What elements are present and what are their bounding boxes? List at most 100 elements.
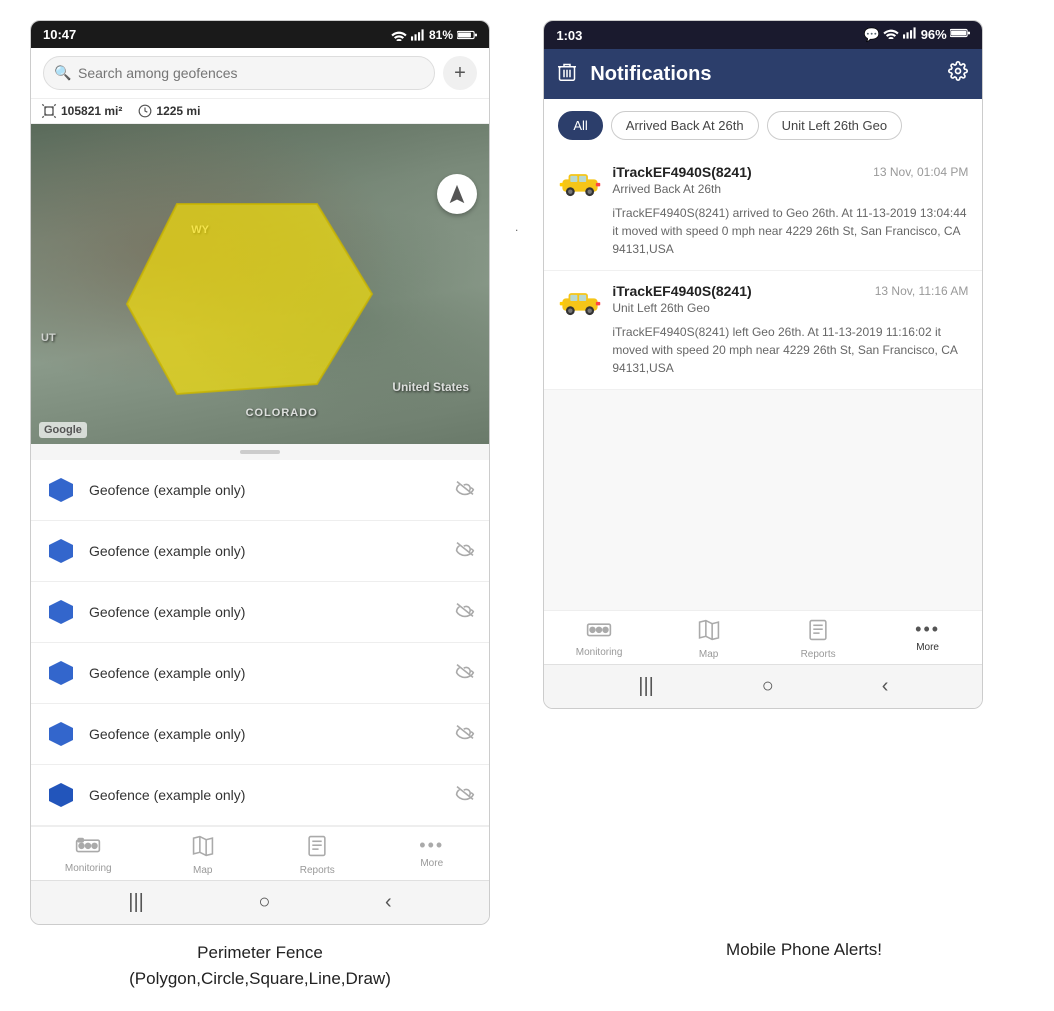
right-nav-monitoring[interactable]: Monitoring xyxy=(544,619,654,660)
captions-row: Perimeter Fence(Polygon,Circle,Square,Li… xyxy=(0,925,1054,1011)
nav-monitoring[interactable]: Monitoring xyxy=(31,835,146,876)
ut-label: UT xyxy=(41,332,56,344)
notif-body-1: iTrackEF4940S(8241) arrived to Geo 26th.… xyxy=(558,204,968,258)
car-icon-1 xyxy=(558,164,602,200)
left-phone: 10:47 81% xyxy=(30,20,490,925)
map-icon xyxy=(192,835,214,863)
signal-icon xyxy=(411,29,425,41)
map-stats-bar: 105821 mi² 1225 mi xyxy=(31,99,489,124)
notif-header-2: iTrackEF4940S(8241) 13 Nov, 11:16 AM Uni… xyxy=(558,283,968,319)
monitoring-icon xyxy=(75,835,101,861)
list-item[interactable]: Geofence (example only) xyxy=(31,765,489,826)
timestamp-1: 13 Nov, 01:04 PM xyxy=(873,165,968,179)
map-area[interactable]: WY UT COLORADO United States Google xyxy=(31,124,489,444)
notification-item-1[interactable]: iTrackEF4940S(8241) 13 Nov, 01:04 PM Arr… xyxy=(544,152,982,271)
android-home-button[interactable]: ○ xyxy=(258,891,270,914)
list-item[interactable]: Geofence (example only) xyxy=(31,704,489,765)
search-input[interactable] xyxy=(43,56,435,90)
battery-icon xyxy=(457,29,477,41)
notifications-header: Notifications xyxy=(544,49,982,99)
eye-off-icon-5[interactable] xyxy=(455,724,475,745)
nav-more[interactable]: ••• More xyxy=(375,835,490,876)
navigation-icon xyxy=(446,183,468,205)
geofence-name-4: Geofence (example only) xyxy=(89,665,443,681)
right-reports-label: Reports xyxy=(801,649,836,660)
right-nav-more[interactable]: ••• More xyxy=(873,619,983,660)
geofence-icon-3 xyxy=(45,596,77,628)
device-name-2: iTrackEF4940S(8241) xyxy=(612,283,751,299)
geofence-name-6: Geofence (example only) xyxy=(89,787,443,803)
android-recent-button[interactable]: ||| xyxy=(128,891,144,914)
eye-off-icon-2[interactable] xyxy=(455,541,475,562)
right-nav-reports[interactable]: Reports xyxy=(763,619,873,660)
right-nav-map[interactable]: Map xyxy=(654,619,764,660)
clock-icon xyxy=(138,104,152,118)
filter-chips: All Arrived Back At 26th Unit Left 26th … xyxy=(544,99,982,152)
list-item[interactable]: Geofence (example only) xyxy=(31,460,489,521)
geofence-list: Geofence (example only) Geofence (exampl… xyxy=(31,460,489,826)
notification-item-2[interactable]: iTrackEF4940S(8241) 13 Nov, 11:16 AM Uni… xyxy=(544,271,982,390)
more-icon: ••• xyxy=(419,835,444,856)
left-status-bar: 10:47 81% xyxy=(31,21,489,48)
geofence-icon-1 xyxy=(45,474,77,506)
chip-arrived[interactable]: Arrived Back At 26th xyxy=(611,111,759,140)
eye-off-icon-4[interactable] xyxy=(455,663,475,684)
settings-icon[interactable] xyxy=(948,61,968,87)
right-android-recent-button[interactable]: ||| xyxy=(638,675,654,698)
right-signal-icon xyxy=(903,27,917,39)
search-icon: 🔍 xyxy=(54,65,71,82)
drag-bar xyxy=(240,450,280,454)
eye-off-icon-3[interactable] xyxy=(455,602,475,623)
area-icon xyxy=(41,103,57,119)
right-monitoring-label: Monitoring xyxy=(576,647,623,658)
geofence-icon-4 xyxy=(45,657,77,689)
delete-icon[interactable] xyxy=(558,62,576,87)
left-time: 10:47 xyxy=(43,27,76,42)
android-back-button[interactable]: ‹ xyxy=(385,891,392,914)
right-android-back-button[interactable]: ‹ xyxy=(882,675,889,698)
notification-list: iTrackEF4940S(8241) 13 Nov, 01:04 PM Arr… xyxy=(544,152,982,390)
add-geofence-button[interactable]: + xyxy=(443,56,477,90)
geofence-icon-5 xyxy=(45,718,77,750)
right-monitoring-icon xyxy=(586,619,612,645)
right-reports-icon xyxy=(807,619,829,647)
nav-reports[interactable]: Reports xyxy=(260,835,375,876)
map-label: Map xyxy=(193,865,212,876)
location-button[interactable] xyxy=(437,174,477,214)
google-watermark: Google xyxy=(39,422,87,438)
right-android-nav: ||| ○ ‹ xyxy=(544,664,982,708)
subtitle-1: Arrived Back At 26th xyxy=(612,182,968,196)
left-android-nav: ||| ○ ‹ xyxy=(31,880,489,924)
chip-all[interactable]: All xyxy=(558,111,602,140)
separator-dot: . xyxy=(510,20,523,234)
left-battery: 81% xyxy=(429,28,453,42)
list-item[interactable]: Geofence (example only) xyxy=(31,582,489,643)
right-more-label: More xyxy=(916,642,939,653)
area-value: 105821 mi² xyxy=(61,104,122,118)
geofence-name-1: Geofence (example only) xyxy=(89,482,443,498)
nav-map[interactable]: Map xyxy=(146,835,261,876)
right-phone: 1:03 💬 96% xyxy=(543,20,983,709)
monitoring-label: Monitoring xyxy=(65,863,112,874)
notif-body-2: iTrackEF4940S(8241) left Geo 26th. At 11… xyxy=(558,323,968,377)
right-android-home-button[interactable]: ○ xyxy=(762,675,774,698)
area-stat: 105821 mi² xyxy=(41,103,122,119)
search-wrapper: 🔍 xyxy=(43,56,435,90)
eye-off-icon-1[interactable] xyxy=(455,480,475,501)
left-caption: Perimeter Fence(Polygon,Circle,Square,Li… xyxy=(30,940,490,991)
chat-icon: 💬 xyxy=(864,27,880,42)
notif-header-1: iTrackEF4940S(8241) 13 Nov, 01:04 PM Arr… xyxy=(558,164,968,200)
right-status-icons: 💬 96% xyxy=(864,27,971,43)
list-item[interactable]: Geofence (example only) xyxy=(31,643,489,704)
right-caption-text: Mobile Phone Alerts! xyxy=(726,940,882,959)
list-item[interactable]: Geofence (example only) xyxy=(31,521,489,582)
subtitle-2: Unit Left 26th Geo xyxy=(612,301,968,315)
eye-off-icon-6[interactable] xyxy=(455,785,475,806)
geofence-name-2: Geofence (example only) xyxy=(89,543,443,559)
right-map-label: Map xyxy=(699,649,718,660)
left-search-bar: 🔍 + xyxy=(31,48,489,99)
right-caption: Mobile Phone Alerts! xyxy=(584,940,1024,991)
notif-info-1: iTrackEF4940S(8241) 13 Nov, 01:04 PM Arr… xyxy=(612,164,968,196)
device-name-1: iTrackEF4940S(8241) xyxy=(612,164,751,180)
chip-unit-left[interactable]: Unit Left 26th Geo xyxy=(767,111,903,140)
